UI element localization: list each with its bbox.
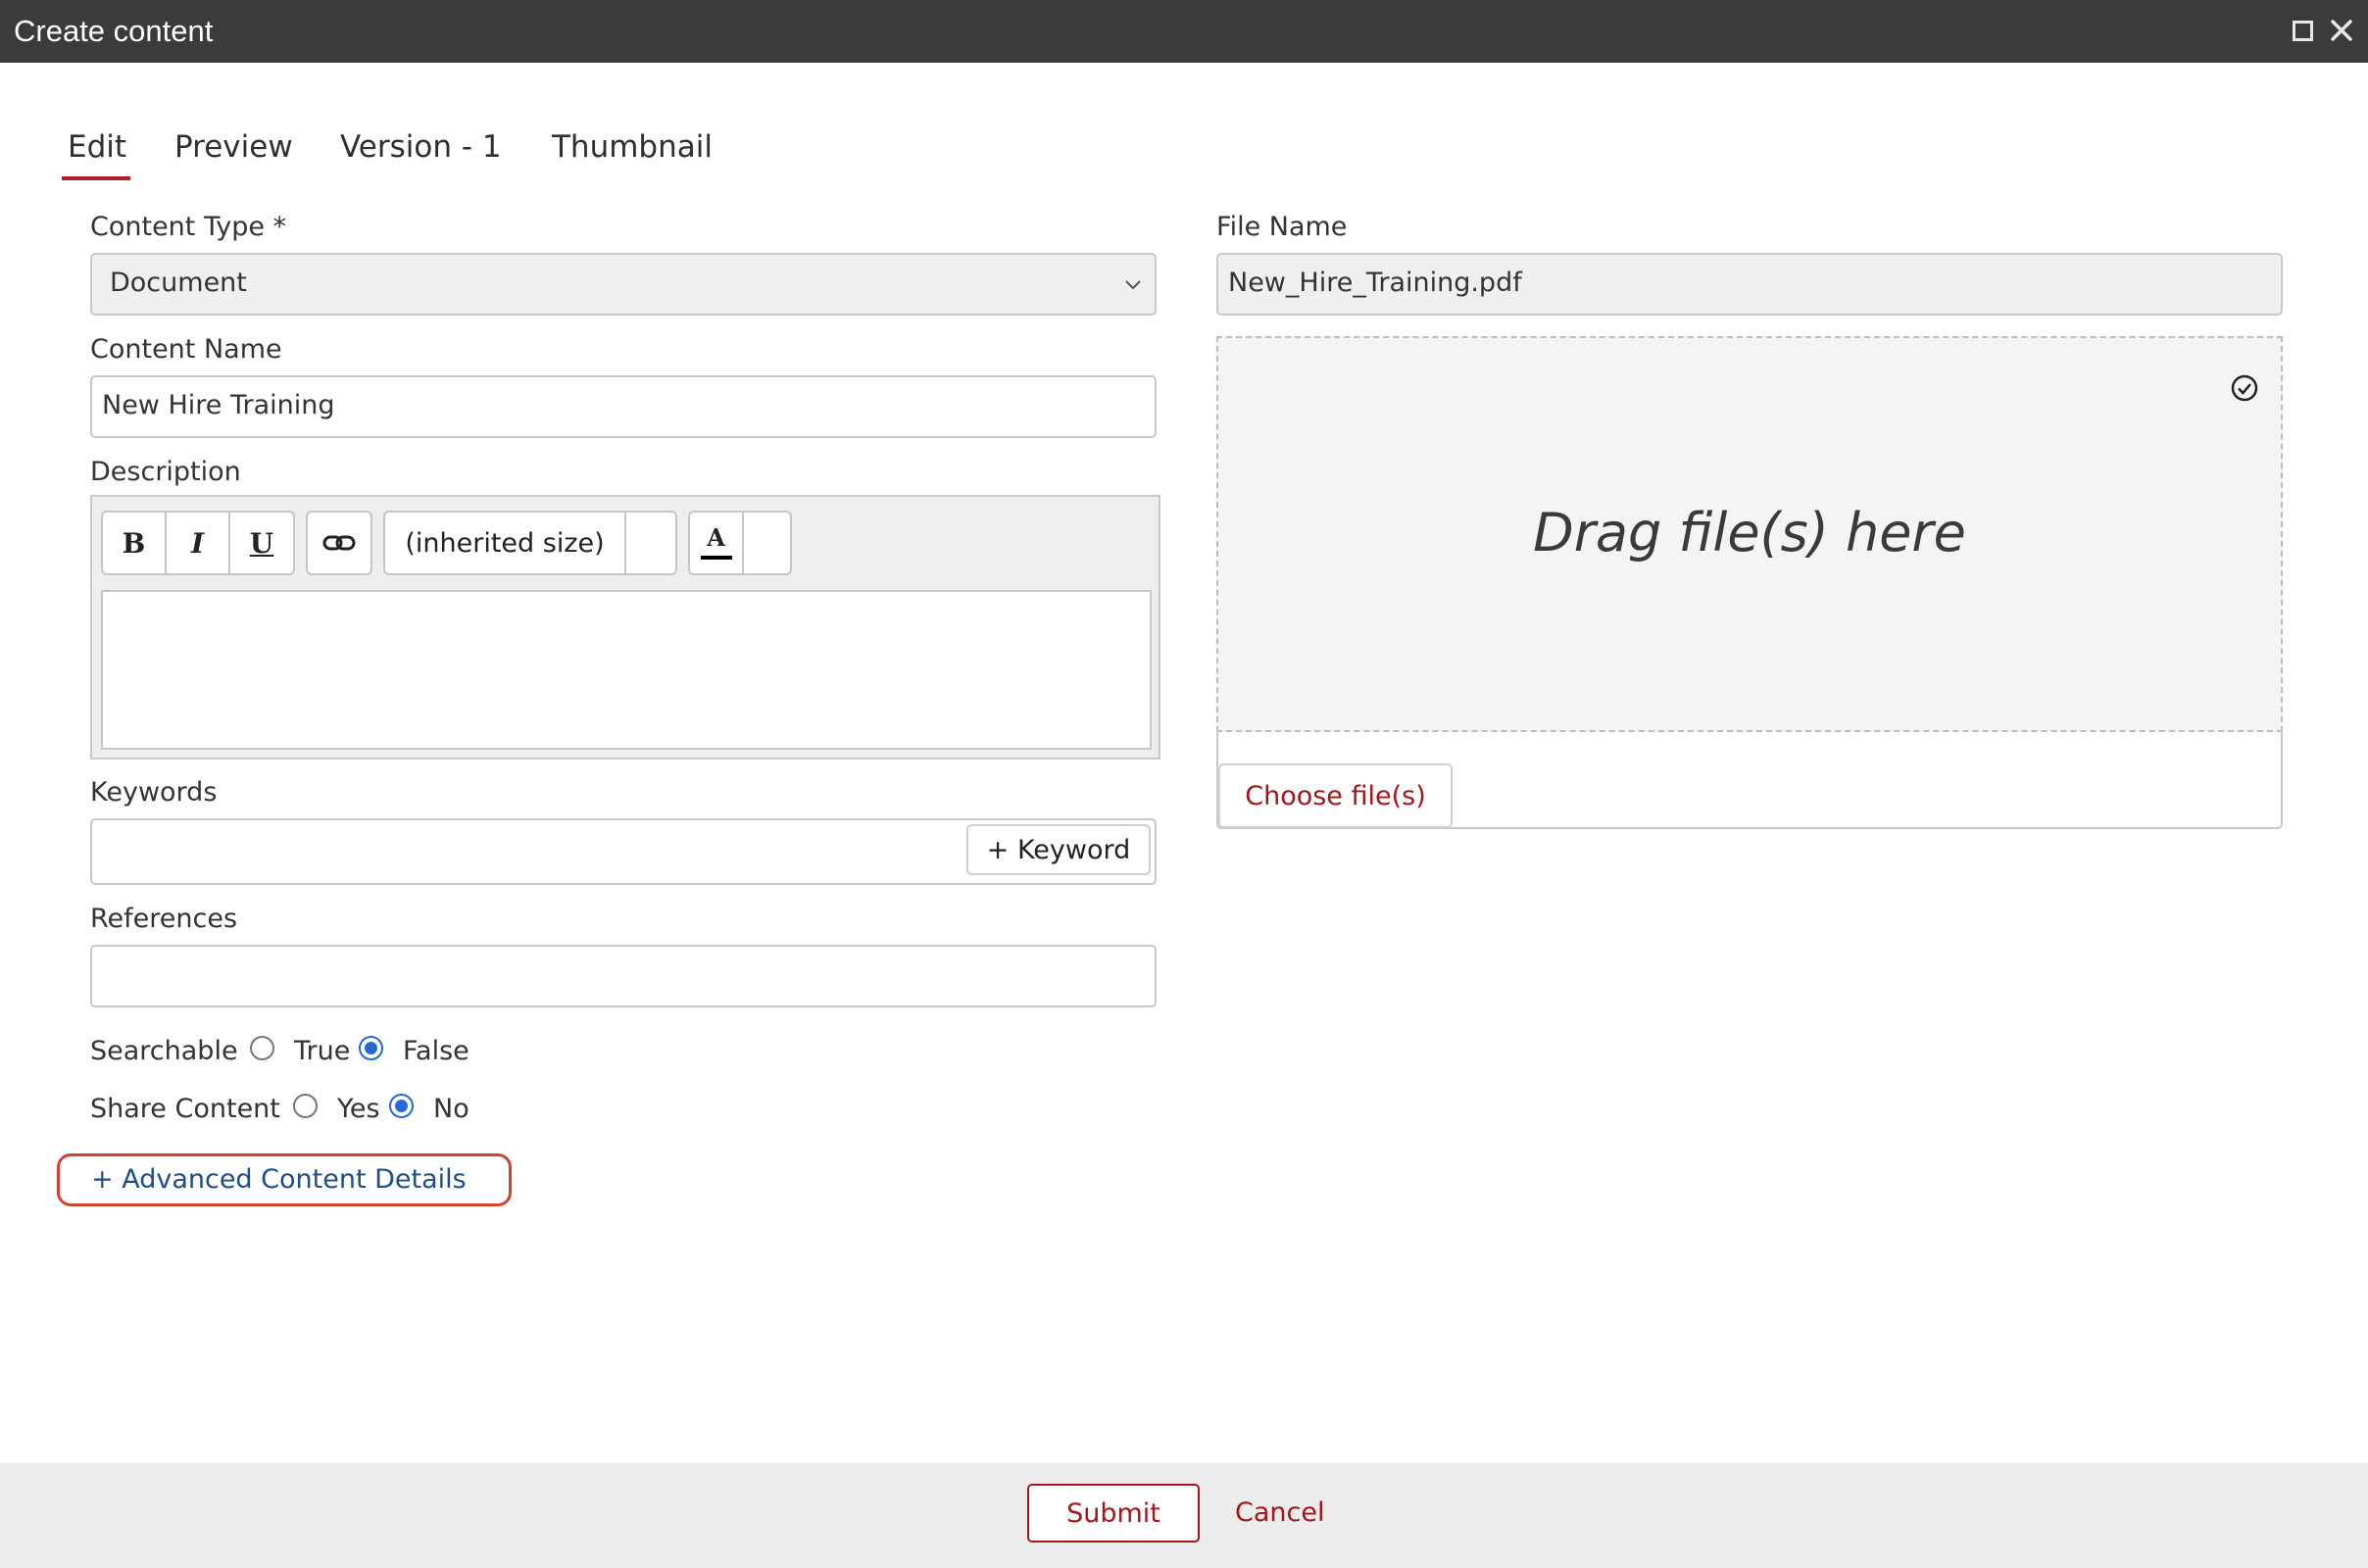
tab-preview[interactable]: Preview xyxy=(174,129,293,165)
share-no-label: No xyxy=(433,1094,469,1124)
content-type-label: Content Type * xyxy=(90,212,287,242)
add-keyword-button[interactable]: + Keyword xyxy=(966,824,1151,875)
font-color-swatch xyxy=(700,556,732,560)
advanced-content-details-label: + Advanced Content Details xyxy=(91,1164,467,1195)
share-yes-label: Yes xyxy=(337,1094,380,1124)
searchable-false-radio[interactable] xyxy=(359,1036,383,1060)
tab-edit[interactable]: Edit xyxy=(61,129,131,180)
content-type-value: Document xyxy=(110,268,247,298)
searchable-true-radio[interactable] xyxy=(250,1036,274,1060)
content-name-value: New Hire Training xyxy=(102,390,335,420)
advanced-content-details-link[interactable]: + Advanced Content Details xyxy=(57,1153,512,1206)
searchable-false-label: False xyxy=(403,1036,469,1066)
link-group xyxy=(306,511,372,575)
italic-button[interactable]: I xyxy=(167,513,230,573)
window-title: Create content xyxy=(14,14,214,48)
cancel-link[interactable]: Cancel xyxy=(1235,1497,1324,1528)
tab-thumbnail[interactable]: Thumbnail xyxy=(552,129,713,165)
link-button[interactable] xyxy=(308,513,370,573)
file-name-value: New_Hire_Training.pdf xyxy=(1228,268,1522,298)
description-editor: B I U (inherited size) A xyxy=(90,495,1160,760)
font-color-letter: A xyxy=(707,523,725,552)
content-type-select[interactable]: Document xyxy=(90,253,1157,316)
references-label: References xyxy=(90,904,238,934)
searchable-true-label: True xyxy=(294,1036,351,1066)
file-dropzone[interactable]: Drag file(s) here xyxy=(1216,336,2283,732)
close-button[interactable] xyxy=(2325,14,2358,47)
dropzone-text: Drag file(s) here xyxy=(1533,502,1966,564)
bold-button[interactable]: B xyxy=(103,513,167,573)
file-name-input[interactable]: New_Hire_Training.pdf xyxy=(1216,253,2283,316)
content-name-label: Content Name xyxy=(90,334,282,365)
font-size-dropdown[interactable] xyxy=(626,513,675,573)
references-input[interactable] xyxy=(90,945,1157,1007)
description-label: Description xyxy=(90,457,241,487)
check-circle-icon xyxy=(2231,374,2258,402)
close-icon xyxy=(2331,20,2352,41)
maximize-button[interactable] xyxy=(2286,14,2319,47)
font-color-button[interactable]: A xyxy=(690,513,744,573)
file-name-label: File Name xyxy=(1216,212,1348,242)
text-format-group: B I U xyxy=(101,511,295,575)
keywords-label: Keywords xyxy=(90,777,218,808)
link-icon xyxy=(322,535,356,551)
content-name-input[interactable]: New Hire Training xyxy=(90,375,1157,438)
share-yes-radio[interactable] xyxy=(293,1094,318,1118)
chevron-down-icon xyxy=(1125,280,1141,290)
font-size-group: (inherited size) xyxy=(383,511,677,575)
description-textarea[interactable] xyxy=(101,590,1152,750)
share-no-radio[interactable] xyxy=(389,1094,414,1118)
underline-button[interactable]: U xyxy=(230,513,293,573)
font-color-group: A xyxy=(688,511,792,575)
searchable-label: Searchable xyxy=(90,1036,238,1066)
maximize-icon xyxy=(2292,20,2313,41)
window-titlebar: Create content xyxy=(0,0,2368,63)
share-content-label: Share Content xyxy=(90,1094,280,1124)
submit-button[interactable]: Submit xyxy=(1027,1484,1200,1543)
tab-version[interactable]: Version - 1 xyxy=(340,129,502,165)
font-size-select[interactable]: (inherited size) xyxy=(385,513,626,573)
font-color-dropdown[interactable] xyxy=(744,513,790,573)
keywords-input[interactable]: + Keyword xyxy=(90,818,1157,885)
choose-files-button[interactable]: Choose file(s) xyxy=(1218,763,1453,828)
